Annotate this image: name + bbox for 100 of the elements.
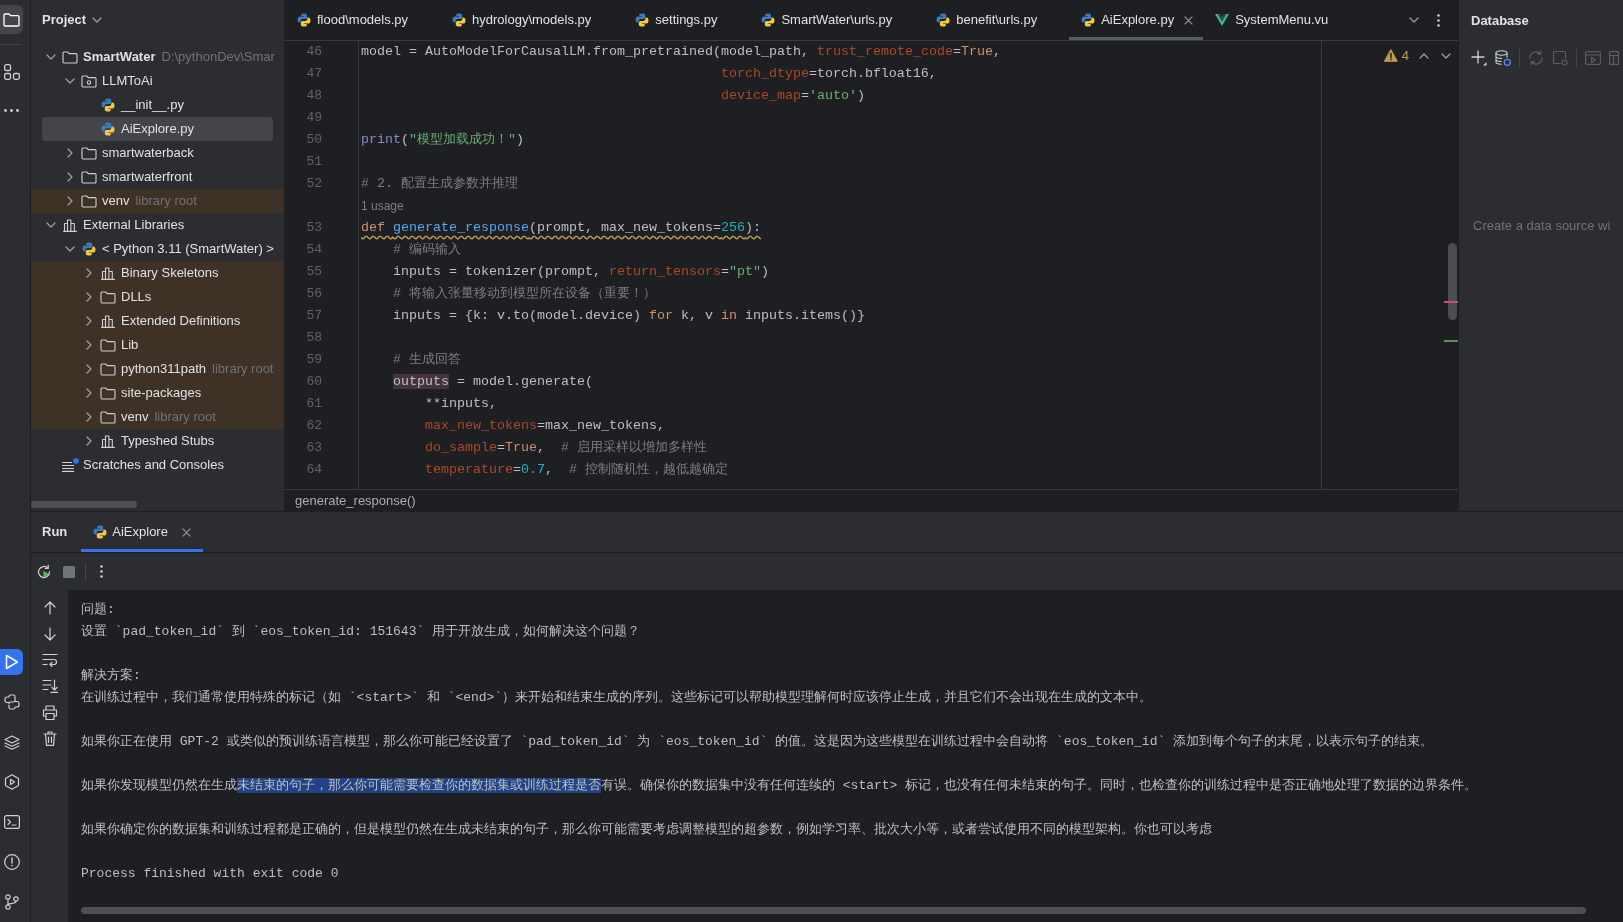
chevron-right-icon[interactable] [86, 364, 92, 374]
terminal-icon[interactable] [3, 815, 20, 829]
tree-item[interactable]: venv library root [42, 189, 273, 213]
more-icon[interactable] [4, 109, 19, 112]
tree-item[interactable]: venv library root [42, 405, 273, 429]
code-line: do_sample=True, # 启用采样以增加多样性 [425, 439, 707, 457]
chevron-right-icon[interactable] [86, 316, 92, 326]
services-icon[interactable] [3, 774, 20, 790]
chevron-right-icon[interactable] [67, 196, 73, 206]
chevron-right-icon[interactable] [86, 292, 92, 302]
rerun-icon[interactable] [36, 563, 52, 580]
tree-item[interactable]: SmartWater D:\pythonDev\Smar [42, 45, 273, 69]
chevron-down-icon[interactable] [92, 17, 103, 23]
tree-item[interactable]: Typeshed Stubs [42, 429, 273, 453]
chevron-right-icon[interactable] [67, 172, 73, 182]
python-icon [452, 13, 467, 27]
layers-icon[interactable] [3, 734, 20, 750]
code-line: device_map='auto') [720, 87, 865, 105]
trash-icon[interactable] [42, 730, 57, 746]
editor-tab[interactable]: SmartWater\urls.py [749, 0, 925, 40]
panel-title[interactable]: Project [42, 10, 87, 30]
line-number: 53 [306, 219, 322, 238]
print-icon[interactable] [41, 704, 58, 720]
code-line: max_new_tokens=max_new_tokens, [425, 417, 665, 435]
chevron-right-icon[interactable] [86, 340, 92, 350]
run-icon[interactable] [4, 654, 19, 670]
more-icon[interactable] [1437, 13, 1440, 27]
warning-count[interactable]: 4 [1401, 46, 1409, 66]
chevron-down-icon[interactable] [46, 222, 56, 228]
line-number: 56 [306, 285, 322, 304]
soft-wrap-icon[interactable] [41, 653, 58, 667]
editor-tab[interactable]: hydrology\models.py [440, 0, 624, 40]
tree-item[interactable]: Scratches and Consoles [42, 453, 273, 477]
code-line: torch_dtype=torch.bfloat16, [720, 65, 937, 83]
python-console-icon[interactable] [3, 694, 20, 710]
tree-item[interactable]: AiExplore.py [42, 117, 273, 141]
chevron-down-icon[interactable] [65, 78, 75, 84]
run-tab[interactable]: AiExplore [81, 512, 203, 552]
breadcrumb-item[interactable]: generate_response() [295, 490, 416, 511]
structure-icon[interactable] [3, 63, 20, 80]
usage-hint[interactable]: 1 usage [361, 197, 404, 215]
chevron-down-icon[interactable] [46, 54, 56, 60]
folder-icon [81, 146, 97, 160]
editor-tab[interactable]: AiExplore.py [1069, 0, 1204, 40]
horizontal-scrollbar[interactable] [81, 907, 1586, 914]
tree-item[interactable]: python311path library root [42, 357, 273, 381]
more-icon[interactable] [100, 565, 103, 578]
chevron-right-icon[interactable] [86, 388, 92, 398]
tree-item[interactable]: < Python 3.11 (SmartWater) > [42, 237, 273, 261]
line-number: 50 [306, 131, 322, 150]
chevron-right-icon[interactable] [67, 148, 73, 158]
code-line: # 生成回答 [393, 351, 461, 369]
panel-title[interactable]: Run [42, 512, 68, 552]
line-number: 64 [306, 461, 322, 480]
chevron-down-icon[interactable] [1441, 52, 1451, 59]
chevron-right-icon[interactable] [86, 268, 92, 278]
editor-tab[interactable]: flood\models.py [285, 0, 441, 40]
code-line: print("模型加载成功！") [361, 131, 524, 149]
tree-item[interactable]: site-packages [42, 381, 273, 405]
editor-tab[interactable]: SystemMenu.vu [1203, 0, 1361, 40]
close-icon[interactable] [181, 527, 191, 537]
tree-item[interactable]: Extended Definitions [42, 309, 273, 333]
tree-item[interactable]: smartwaterfront [42, 165, 273, 189]
line-number: 48 [306, 87, 322, 106]
tool-window-button[interactable] [0, 649, 23, 675]
plus-icon[interactable] [1471, 50, 1487, 66]
arrow-up-icon[interactable] [43, 601, 56, 615]
tree-item[interactable]: External Libraries [42, 213, 273, 237]
tree-item[interactable]: Binary Skeletons [42, 261, 273, 285]
vertical-scrollbar[interactable] [1448, 243, 1457, 320]
chevron-right-icon[interactable] [86, 412, 92, 422]
git-branch-icon[interactable] [4, 894, 19, 910]
scroll-to-end-icon[interactable] [41, 679, 58, 693]
scrollbar-marker[interactable] [1444, 301, 1458, 303]
database-settings-icon[interactable] [1495, 50, 1511, 66]
folder-icon [100, 338, 116, 352]
horizontal-scrollbar[interactable] [31, 501, 137, 508]
editor-tab[interactable]: settings.py [623, 0, 750, 40]
arrow-down-icon[interactable] [43, 627, 56, 641]
warning-icon [1383, 49, 1398, 63]
chevron-up-icon[interactable] [1419, 52, 1429, 59]
close-icon[interactable] [1184, 15, 1194, 25]
console-line: 问题: [81, 601, 115, 619]
folder-icon[interactable] [3, 12, 20, 27]
problems-icon[interactable] [3, 854, 20, 870]
tree-item[interactable]: LLMToAi [42, 69, 273, 93]
tree-item[interactable]: __init__.py [42, 93, 273, 117]
tool-window-button[interactable] [0, 5, 23, 34]
chevron-right-icon[interactable] [86, 436, 92, 446]
tree-item[interactable]: smartwaterback [42, 141, 273, 165]
chevron-down-icon[interactable] [65, 246, 75, 252]
tree-item[interactable]: DLLs [42, 285, 273, 309]
library-icon [101, 314, 115, 328]
line-number: 54 [306, 241, 322, 260]
scrollbar-marker[interactable] [1444, 340, 1458, 342]
tree-item[interactable]: Lib [42, 333, 273, 357]
chevron-down-icon[interactable] [1409, 17, 1419, 23]
console-line: 在训练过程中，我们通常使用特殊的标记（如 `<start>` 和 `<end>`）来开始和结束生成的序列。这些标记可以帮助模型理解何时应该停止生成，并且它们不会出现在生成的文本中。 [81, 689, 1153, 707]
panel-title[interactable]: Database [1471, 10, 1529, 31]
editor-tab[interactable]: benefit\urls.py [924, 0, 1070, 40]
